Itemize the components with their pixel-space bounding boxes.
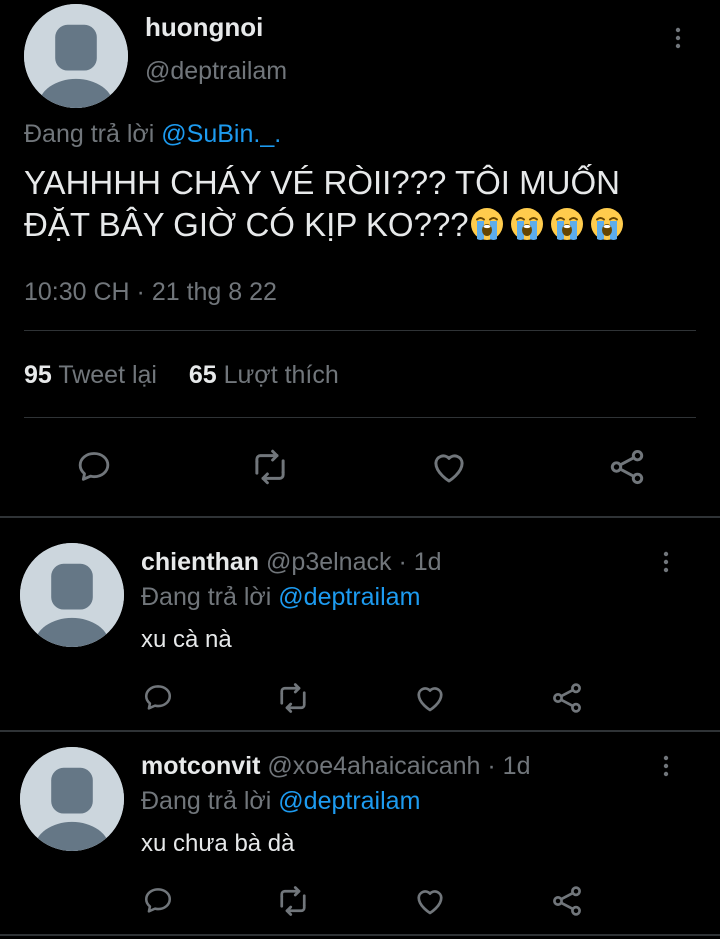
like-icon[interactable]	[412, 680, 448, 716]
reply-time[interactable]: · 1d	[487, 752, 530, 780]
reply-text: xu chưa bà dà	[141, 830, 295, 857]
reply-avatar[interactable]	[20, 747, 124, 851]
more-options-icon[interactable]	[654, 754, 678, 778]
reply-icon[interactable]	[74, 446, 114, 486]
reply-icon[interactable]	[141, 680, 175, 714]
share-icon[interactable]	[606, 446, 648, 488]
replying-to-link[interactable]: @SuBin._.	[161, 120, 281, 148]
loudly-crying-face-icon	[589, 206, 625, 242]
retweets-label: Tweet lại	[58, 361, 157, 389]
like-stat[interactable]: 65 Lượt thích	[189, 361, 339, 389]
retweet-icon[interactable]	[275, 680, 311, 716]
replying-prefix: Đang trả lời	[141, 583, 272, 611]
retweets-count: 95	[24, 361, 52, 389]
more-options-icon[interactable]	[666, 26, 690, 50]
reply-display-name[interactable]: chienthan	[141, 548, 259, 576]
retweet-stat[interactable]: 95 Tweet lại	[24, 361, 164, 389]
loudly-crying-face-icon	[469, 206, 505, 242]
tweet-timestamp[interactable]: 10:30 CH · 21 thg 8 22	[24, 278, 277, 307]
replying-to-line: Đang trả lời @SuBin._.	[24, 120, 281, 149]
like-icon[interactable]	[412, 883, 448, 919]
more-options-icon[interactable]	[654, 550, 678, 574]
share-icon[interactable]	[549, 883, 585, 919]
author-avatar[interactable]	[24, 4, 128, 108]
retweet-icon[interactable]	[275, 883, 311, 919]
share-icon[interactable]	[549, 680, 585, 716]
reply-handle[interactable]: @xoe4ahaicaicanh	[267, 752, 480, 780]
divider	[24, 330, 696, 331]
loudly-crying-face-icon	[509, 206, 545, 242]
reply-text: xu cà nà	[141, 626, 232, 653]
tweet-text-line-1: YAHHHH CHÁY VÉ RÒII??? TÔI MUỐN	[24, 164, 620, 201]
tweet-text-line-2: ĐẶT BÂY GIỜ CÓ KỊP KO???	[24, 204, 704, 246]
author-display-name[interactable]: huongnoi	[145, 12, 263, 43]
section-divider	[0, 730, 720, 732]
reply-display-name[interactable]: motconvit	[141, 752, 260, 780]
reply-header: motconvit @xoe4ahaicaicanh · 1d	[141, 752, 530, 781]
likes-count: 65	[188, 361, 217, 389]
reply-avatar[interactable]	[20, 543, 124, 647]
reply-replying-to: Đang trả lời @deptrailam	[141, 583, 420, 612]
like-icon[interactable]	[428, 446, 470, 488]
section-divider	[0, 516, 720, 518]
tweet-text: YAHHHH CHÁY VÉ RÒII??? TÔI MUỐN ĐẶT BÂY …	[24, 162, 704, 246]
likes-label: Lượt thích	[223, 361, 339, 389]
author-handle[interactable]: @deptrailam	[145, 57, 287, 86]
reply-header: chienthan @p3elnack · 1d	[141, 548, 442, 577]
replying-to-link[interactable]: @deptrailam	[278, 583, 420, 611]
replying-prefix: Đang trả lời	[24, 120, 155, 148]
reply-handle[interactable]: @p3elnack	[266, 548, 391, 576]
loudly-crying-face-icon	[549, 206, 585, 242]
tweet-stats: 95 Tweet lại 65 Lượt thích	[24, 361, 339, 390]
replying-prefix: Đang trả lời	[141, 787, 272, 815]
section-divider	[0, 934, 720, 936]
retweet-icon[interactable]	[249, 446, 291, 488]
divider	[24, 417, 696, 418]
reply-replying-to: Đang trả lời @deptrailam	[141, 787, 420, 816]
replying-to-link[interactable]: @deptrailam	[278, 787, 420, 815]
reply-time[interactable]: · 1d	[398, 548, 441, 576]
reply-icon[interactable]	[141, 883, 175, 917]
